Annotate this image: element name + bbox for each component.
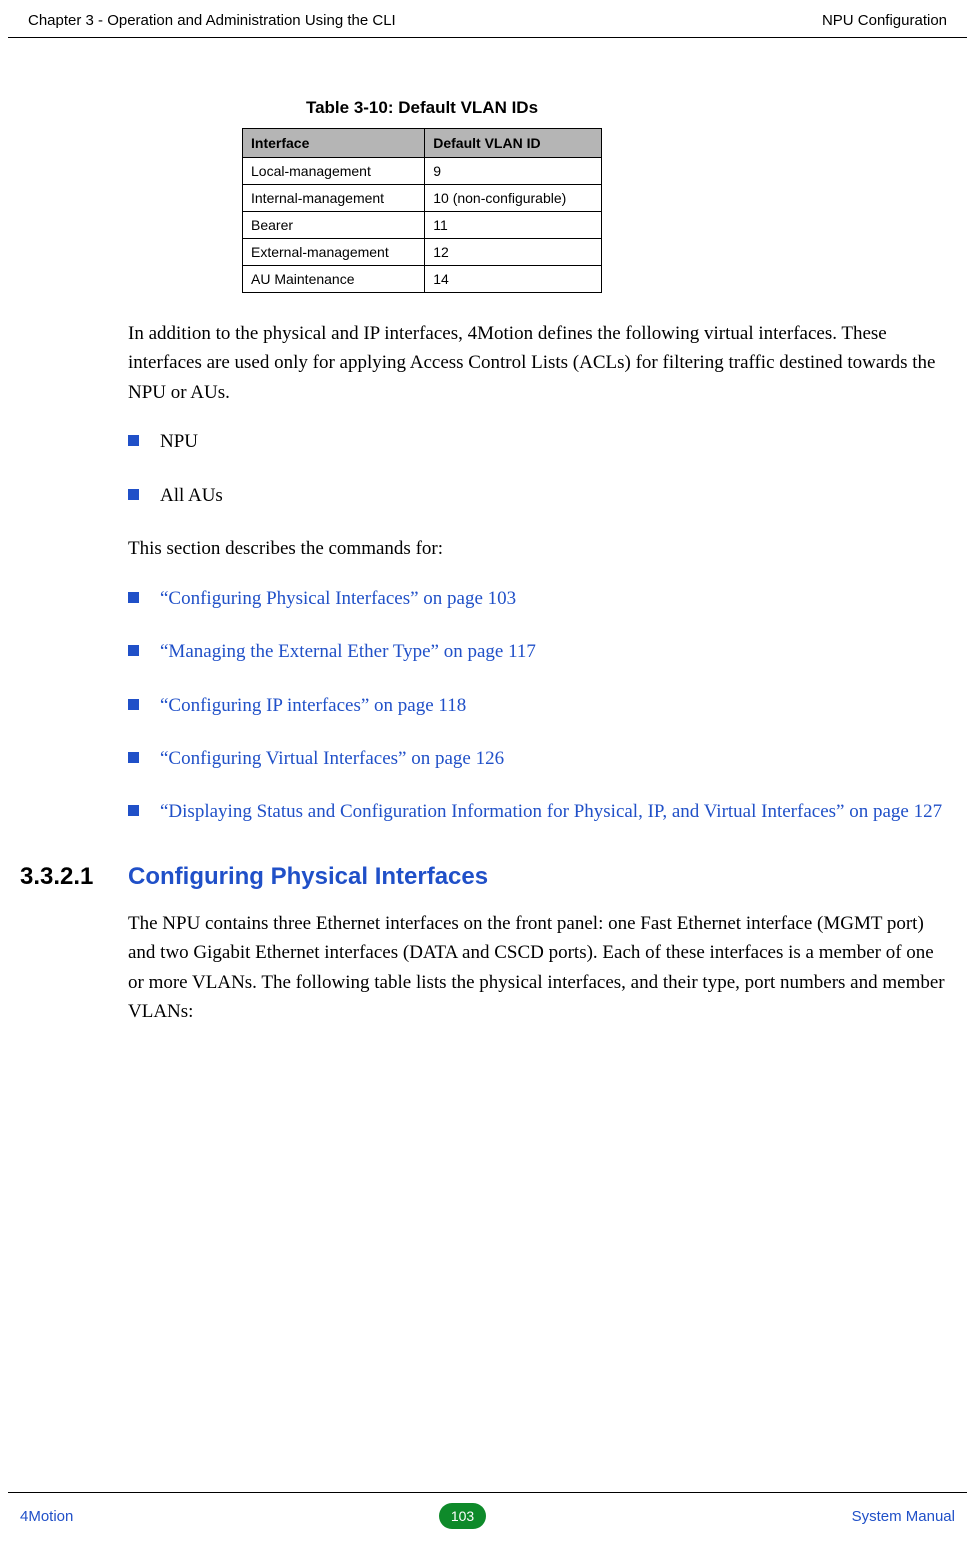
- page-footer: 4Motion 103 System Manual: [8, 1492, 967, 1545]
- cell-vlan: 10 (non-configurable): [425, 185, 602, 212]
- page-content: Table 3-10: Default VLAN IDs Interface D…: [0, 38, 975, 1027]
- footer-right: System Manual: [852, 1508, 955, 1525]
- xref-link[interactable]: “Configuring Virtual Interfaces” on page…: [160, 748, 504, 769]
- page-header: Chapter 3 - Operation and Administration…: [8, 0, 967, 38]
- bullet-list-links: “Configuring Physical Interfaces” on pag…: [128, 584, 945, 827]
- xref-link[interactable]: “Configuring IP interfaces” on page 118: [160, 695, 466, 716]
- cell-interface: Bearer: [243, 212, 425, 239]
- cell-interface: AU Maintenance: [243, 266, 425, 293]
- table-row: AU Maintenance 14: [243, 266, 602, 293]
- footer-left: 4Motion: [20, 1508, 73, 1525]
- list-item: “Managing the External Ether Type” on pa…: [128, 637, 945, 666]
- table-row: Internal-management 10 (non-configurable…: [243, 185, 602, 212]
- table-caption: Table 3-10: Default VLAN IDs: [242, 98, 602, 118]
- cell-interface: Internal-management: [243, 185, 425, 212]
- cell-vlan: 12: [425, 239, 602, 266]
- section-title: Configuring Physical Interfaces: [128, 863, 488, 891]
- paragraph: In addition to the physical and IP inter…: [128, 319, 945, 407]
- th-vlan: Default VLAN ID: [425, 129, 602, 158]
- list-item: NPU: [128, 427, 945, 456]
- vlan-table: Interface Default VLAN ID Local-manageme…: [242, 128, 602, 293]
- header-left: Chapter 3 - Operation and Administration…: [28, 12, 396, 29]
- table-header-row: Interface Default VLAN ID: [243, 129, 602, 158]
- table-row: Local-management 9: [243, 158, 602, 185]
- cell-vlan: 11: [425, 212, 602, 239]
- xref-link[interactable]: “Displaying Status and Configuration Inf…: [160, 801, 942, 822]
- table-row: Bearer 11: [243, 212, 602, 239]
- paragraph: The NPU contains three Ethernet interfac…: [128, 909, 945, 1027]
- paragraph: This section describes the commands for:: [128, 534, 945, 563]
- xref-link[interactable]: “Managing the External Ether Type” on pa…: [160, 641, 536, 662]
- body-block: The NPU contains three Ethernet interfac…: [128, 909, 945, 1027]
- bullet-list-virtual: NPU All AUs: [128, 427, 945, 510]
- cell-interface: External-management: [243, 239, 425, 266]
- list-item: “Configuring Virtual Interfaces” on page…: [128, 744, 945, 773]
- section-heading: 3.3.2.1 Configuring Physical Interfaces: [20, 863, 955, 891]
- cell-vlan: 14: [425, 266, 602, 293]
- cell-interface: Local-management: [243, 158, 425, 185]
- list-item: All AUs: [128, 481, 945, 510]
- th-interface: Interface: [243, 129, 425, 158]
- xref-link[interactable]: “Configuring Physical Interfaces” on pag…: [160, 588, 516, 609]
- body-block: In addition to the physical and IP inter…: [128, 319, 945, 827]
- list-item: “Configuring Physical Interfaces” on pag…: [128, 584, 945, 613]
- list-item: “Displaying Status and Configuration Inf…: [128, 797, 945, 826]
- list-item: “Configuring IP interfaces” on page 118: [128, 691, 945, 720]
- cell-vlan: 9: [425, 158, 602, 185]
- header-right: NPU Configuration: [822, 12, 947, 29]
- page-number: 103: [439, 1503, 486, 1529]
- section-number: 3.3.2.1: [20, 863, 128, 891]
- table-row: External-management 12: [243, 239, 602, 266]
